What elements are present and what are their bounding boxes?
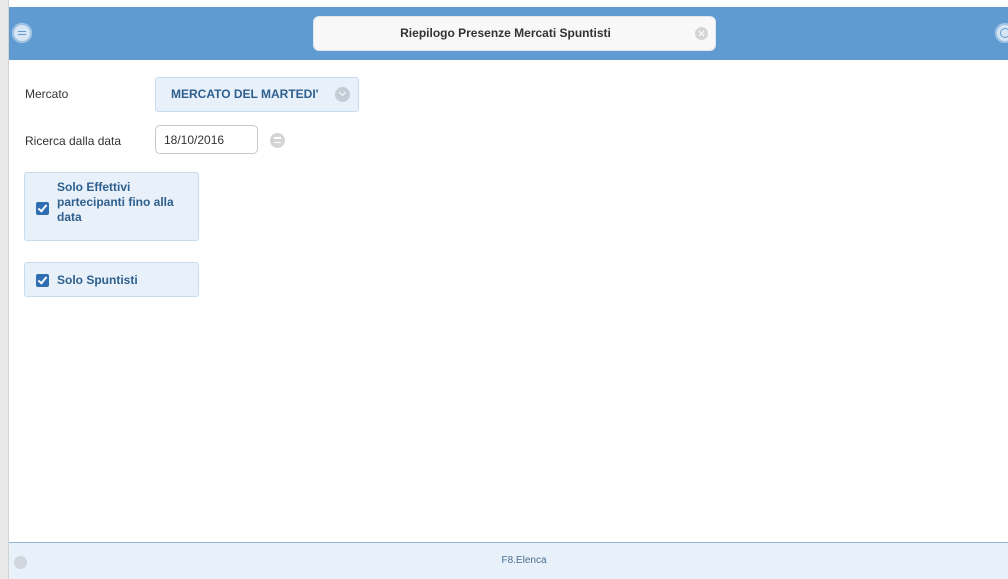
power-icon[interactable]: [995, 23, 1008, 43]
page-title: Riepilogo Presenze Mercati Spuntisti: [400, 26, 611, 40]
header-bar: Riepilogo Presenze Mercati Spuntisti: [9, 7, 1008, 60]
close-icon[interactable]: [695, 27, 708, 40]
mercato-label: Mercato: [25, 87, 69, 101]
footer-bar: F8.Elenca: [9, 542, 1008, 579]
app-window: Riepilogo Presenze Mercati Spuntisti Mer…: [0, 0, 1008, 579]
checkbox-checked-icon[interactable]: [36, 274, 49, 287]
date-label: Ricerca dalla data: [25, 134, 122, 148]
mercato-select[interactable]: MERCATO DEL MARTEDI': [155, 77, 359, 112]
checkbox-solo-spuntisti[interactable]: Solo Spuntisti: [24, 262, 199, 297]
date-input[interactable]: [155, 125, 258, 154]
checkbox-solo-spuntisti-label: Solo Spuntisti: [57, 273, 197, 288]
mercato-select-value: MERCATO DEL MARTEDI': [171, 87, 319, 101]
checkbox-label-line: data: [57, 210, 82, 224]
title-box: Riepilogo Presenze Mercati Spuntisti: [313, 16, 716, 51]
checkbox-solo-effettivi-label: Solo Effettivi partecipanti fino alla da…: [57, 180, 197, 225]
left-edge-border: [0, 0, 9, 579]
checkbox-label-line: Solo Effettivi: [57, 180, 131, 194]
chevron-down-icon[interactable]: [335, 87, 350, 102]
checkbox-solo-effettivi[interactable]: Solo Effettivi partecipanti fino alla da…: [24, 172, 199, 241]
elenca-button[interactable]: F8.Elenca: [494, 543, 554, 579]
checkbox-label-line: Solo Spuntisti: [57, 273, 138, 287]
checkbox-label-line: partecipanti fino alla: [57, 195, 174, 209]
calendar-icon[interactable]: [270, 133, 285, 148]
status-dot-icon: [14, 556, 27, 569]
checkbox-checked-icon[interactable]: [36, 202, 49, 215]
menu-icon[interactable]: [12, 23, 32, 43]
